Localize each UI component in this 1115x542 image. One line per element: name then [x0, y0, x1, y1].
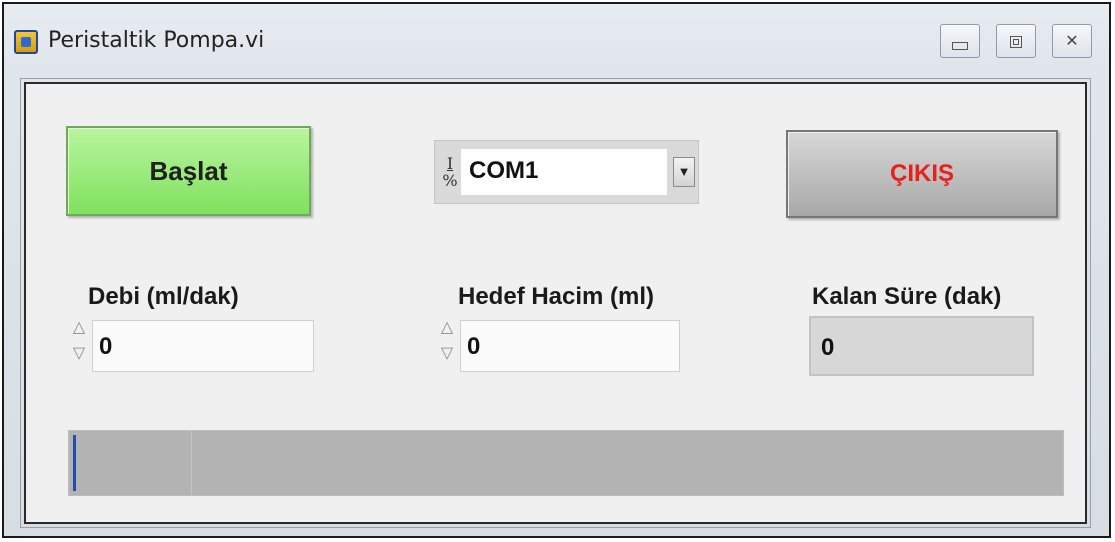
- minimize-icon: [952, 41, 968, 50]
- front-panel: Başlat I% COM1 ▼ ÇIKIŞ Debi (ml/dak) △ ▽…: [20, 78, 1091, 528]
- target-volume-stepper[interactable]: △ ▽: [436, 314, 458, 368]
- minimize-button[interactable]: [940, 24, 980, 58]
- remaining-time-value: 0: [821, 334, 835, 361]
- progress-divider: [191, 431, 192, 495]
- start-button[interactable]: Başlat: [66, 126, 311, 216]
- app-window: Peristaltik Pompa.vi ✕ Başlat I% COM1 ▼ …: [2, 2, 1111, 538]
- serial-port-value: COM1: [469, 157, 539, 184]
- maximize-button[interactable]: [996, 24, 1036, 58]
- increment-arrow-icon[interactable]: △: [436, 314, 458, 340]
- flow-rate-input[interactable]: 0: [92, 320, 314, 372]
- decrement-arrow-icon[interactable]: ▽: [436, 340, 458, 366]
- decrement-arrow-icon[interactable]: ▽: [68, 340, 90, 366]
- serial-port-selector[interactable]: I% COM1 ▼: [434, 140, 699, 204]
- target-volume-input[interactable]: 0: [460, 320, 680, 372]
- close-button[interactable]: ✕: [1052, 24, 1092, 58]
- increment-arrow-icon[interactable]: △: [68, 314, 90, 340]
- maximize-icon: [1010, 35, 1022, 48]
- target-volume-label: Hedef Hacim (ml): [458, 283, 655, 310]
- window-title: Peristaltik Pompa.vi: [48, 28, 265, 53]
- progress-fill: [73, 435, 76, 491]
- flow-rate-stepper[interactable]: △ ▽: [68, 314, 90, 368]
- title-bar: Peristaltik Pompa.vi ✕: [4, 4, 1109, 78]
- app-icon: [14, 30, 38, 54]
- flow-rate-value: 0: [99, 333, 113, 360]
- close-icon: ✕: [1065, 31, 1079, 50]
- progress-bar: [68, 430, 1064, 496]
- remaining-time-label: Kalan Süre (dak): [812, 283, 1002, 310]
- exit-button[interactable]: ÇIKIŞ: [786, 130, 1058, 218]
- serial-port-field[interactable]: COM1: [461, 149, 667, 195]
- io-resource-icon: I%: [442, 154, 458, 190]
- triangle-down-icon: ▼: [677, 164, 691, 179]
- dropdown-arrow-button[interactable]: ▼: [673, 157, 695, 187]
- target-volume-value: 0: [467, 333, 481, 360]
- remaining-time-indicator: 0: [809, 316, 1034, 376]
- flow-rate-label: Debi (ml/dak): [88, 283, 239, 310]
